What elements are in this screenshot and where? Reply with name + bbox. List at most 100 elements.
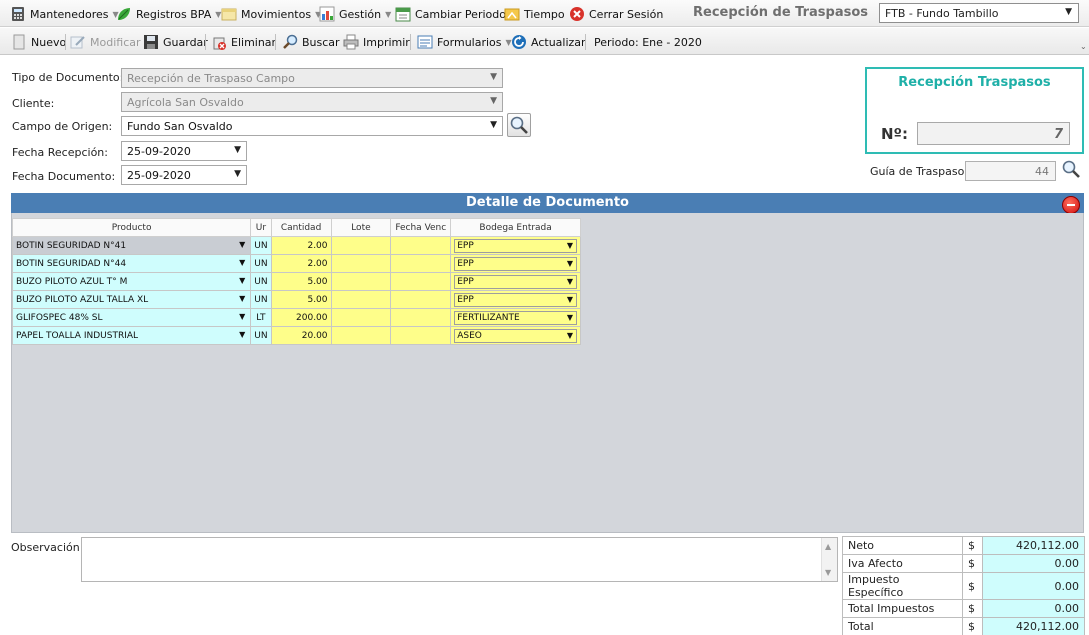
guardar-label: Guardar	[163, 35, 208, 49]
column-header[interactable]: Ur	[250, 218, 272, 237]
fecha-venc-cell[interactable]	[390, 236, 452, 255]
cantidad-cell[interactable]: 5.00	[270, 272, 332, 291]
buscar-button[interactable]: Buscar	[282, 34, 340, 50]
tipo-documento-select[interactable]: Recepción de Traspaso Campo ▼	[121, 68, 503, 88]
lote-cell[interactable]	[330, 290, 392, 309]
search-campo-button[interactable]	[507, 113, 531, 137]
campo-origen-value: Fundo San Osvaldo	[127, 120, 233, 133]
unidad-cell: UN	[250, 236, 272, 255]
chevron-down-icon: ▼	[239, 240, 246, 249]
numero-label: Nº:	[881, 125, 909, 143]
imprimir-button[interactable]: Imprimir	[343, 34, 410, 50]
guia-traspaso-field[interactable]: 44	[965, 161, 1056, 181]
scroll-down-icon[interactable]: ▼	[825, 568, 831, 577]
menu-tiempo[interactable]: Tiempo	[504, 5, 565, 23]
menu-movimientos[interactable]: Movimientos ▼	[221, 5, 321, 23]
bodega-cell[interactable]: EPP ▼	[450, 272, 581, 291]
column-header[interactable]: Cantidad	[270, 218, 332, 237]
modificar-label: Modificar	[90, 35, 141, 49]
menu-label: Cambiar Periodo	[415, 7, 506, 21]
producto-cell[interactable]: PAPEL TOALLA INDUSTRIAL ▼	[11, 326, 252, 345]
table-row: PAPEL TOALLA INDUSTRIAL ▼ UN 20.00 ASEO ▼	[11, 326, 581, 345]
column-header[interactable]: Producto	[11, 218, 252, 237]
iva-value: 0.00	[982, 554, 1085, 573]
bodega-cell[interactable]: EPP ▼	[450, 254, 581, 273]
menu-cerrar-sesion[interactable]: Cerrar Sesión	[569, 5, 663, 23]
total-value: 420,112.00	[982, 617, 1085, 635]
lote-cell[interactable]	[330, 326, 392, 345]
leaf-icon	[116, 6, 132, 22]
lote-cell[interactable]	[330, 272, 392, 291]
cliente-select[interactable]: Agrícola San Osvaldo ▼	[121, 92, 503, 112]
producto-cell[interactable]: BUZO PILOTO AZUL T° M ▼	[11, 272, 252, 291]
remove-row-icon[interactable]	[1062, 196, 1080, 214]
cliente-value: Agrícola San Osvaldo	[127, 96, 244, 109]
fecha-documento-picker[interactable]: 25-09-2020 ▼	[121, 165, 247, 185]
cantidad-cell[interactable]: 200.00	[270, 308, 332, 327]
column-header[interactable]: Lote	[330, 218, 392, 237]
toolbar: Nuevo Modificar Guardar Eliminar Buscar …	[0, 28, 1089, 55]
calendar-icon	[395, 6, 411, 22]
observacion-textarea[interactable]: ▲ ▼	[81, 537, 838, 582]
eliminar-button[interactable]: Eliminar	[211, 34, 276, 50]
producto-value: BUZO PILOTO AZUL TALLA XL	[16, 294, 149, 305]
column-header[interactable]: Fecha Venc	[390, 218, 452, 237]
cantidad-cell[interactable]: 5.00	[270, 290, 332, 309]
delete-icon	[211, 34, 227, 50]
bodega-cell[interactable]: FERTILIZANTE ▼	[450, 308, 581, 327]
search-guia-button[interactable]	[1060, 158, 1084, 182]
fecha-venc-cell[interactable]	[390, 272, 452, 291]
producto-cell[interactable]: BOTIN SEGURIDAD N°41 ▼	[11, 236, 252, 255]
bodega-cell[interactable]: ASEO ▼	[450, 326, 581, 345]
menu-cambiar-periodo[interactable]: Cambiar Periodo	[395, 5, 506, 23]
fecha-venc-cell[interactable]	[390, 254, 452, 273]
nuevo-button[interactable]: Nuevo	[11, 34, 66, 50]
formularios-button[interactable]: Formularios ▼	[417, 34, 512, 50]
fundo-select[interactable]: FTB - Fundo Tambillo ▼	[879, 3, 1079, 23]
currency-symbol: $	[962, 617, 983, 635]
chevron-down-icon: ▼	[239, 312, 246, 321]
cantidad-cell[interactable]: 2.00	[270, 236, 332, 255]
producto-cell[interactable]: GLIFOSPEC 48% SL ▼	[11, 308, 252, 327]
fecha-venc-cell[interactable]	[390, 326, 452, 345]
menu-registros-bpa[interactable]: Registros BPA ▼	[116, 5, 221, 23]
cantidad-cell[interactable]: 2.00	[270, 254, 332, 273]
chevron-down-icon[interactable]: ⌄	[1080, 42, 1087, 51]
menu-mantenedores[interactable]: Mantenedores ▼	[10, 5, 119, 23]
scroll-up-icon[interactable]: ▲	[825, 542, 831, 551]
unidad-cell: LT	[250, 308, 272, 327]
fecha-recepcion-picker[interactable]: 25-09-2020 ▼	[121, 141, 247, 161]
formularios-label: Formularios	[437, 35, 502, 49]
producto-value: BOTIN SEGURIDAD N°44	[16, 258, 127, 269]
lote-cell[interactable]	[330, 236, 392, 255]
modificar-button[interactable]: Modificar	[70, 34, 141, 50]
actualizar-button[interactable]: Actualizar	[511, 34, 586, 50]
neto-value: 420,112.00	[982, 536, 1085, 555]
menu-gestion[interactable]: Gestión ▼	[319, 5, 391, 23]
bodega-cell[interactable]: EPP ▼	[450, 290, 581, 309]
scrollbar[interactable]: ▲ ▼	[821, 538, 837, 581]
toolbar-divider	[205, 34, 206, 50]
totals-row: Total Impuestos $ 0.00	[842, 599, 1085, 618]
guia-traspaso-label: Guía de Traspaso:	[870, 165, 969, 178]
fecha-venc-cell[interactable]	[390, 290, 452, 309]
chevron-down-icon: ▼	[385, 9, 392, 19]
chart-icon	[319, 6, 335, 22]
campo-origen-select[interactable]: Fundo San Osvaldo ▼	[121, 116, 503, 136]
lote-cell[interactable]	[330, 308, 392, 327]
tipo-documento-label: Tipo de Documento:	[12, 71, 124, 84]
edit-icon	[70, 34, 86, 50]
producto-cell[interactable]: BOTIN SEGURIDAD N°44 ▼	[11, 254, 252, 273]
chevron-down-icon: ▼	[234, 145, 241, 155]
search-icon	[510, 116, 528, 134]
table-row: BOTIN SEGURIDAD N°41 ▼ UN 2.00 EPP ▼	[11, 236, 581, 255]
totals-row: Neto $ 420,112.00	[842, 536, 1085, 555]
fecha-venc-cell[interactable]	[390, 308, 452, 327]
cantidad-cell[interactable]: 20.00	[270, 326, 332, 345]
guardar-button[interactable]: Guardar	[143, 34, 208, 50]
bodega-cell[interactable]: EPP ▼	[450, 236, 581, 255]
column-header[interactable]: Bodega Entrada	[450, 218, 581, 237]
totals-row: Total $ 420,112.00	[842, 617, 1085, 635]
producto-cell[interactable]: BUZO PILOTO AZUL TALLA XL ▼	[11, 290, 252, 309]
lote-cell[interactable]	[330, 254, 392, 273]
